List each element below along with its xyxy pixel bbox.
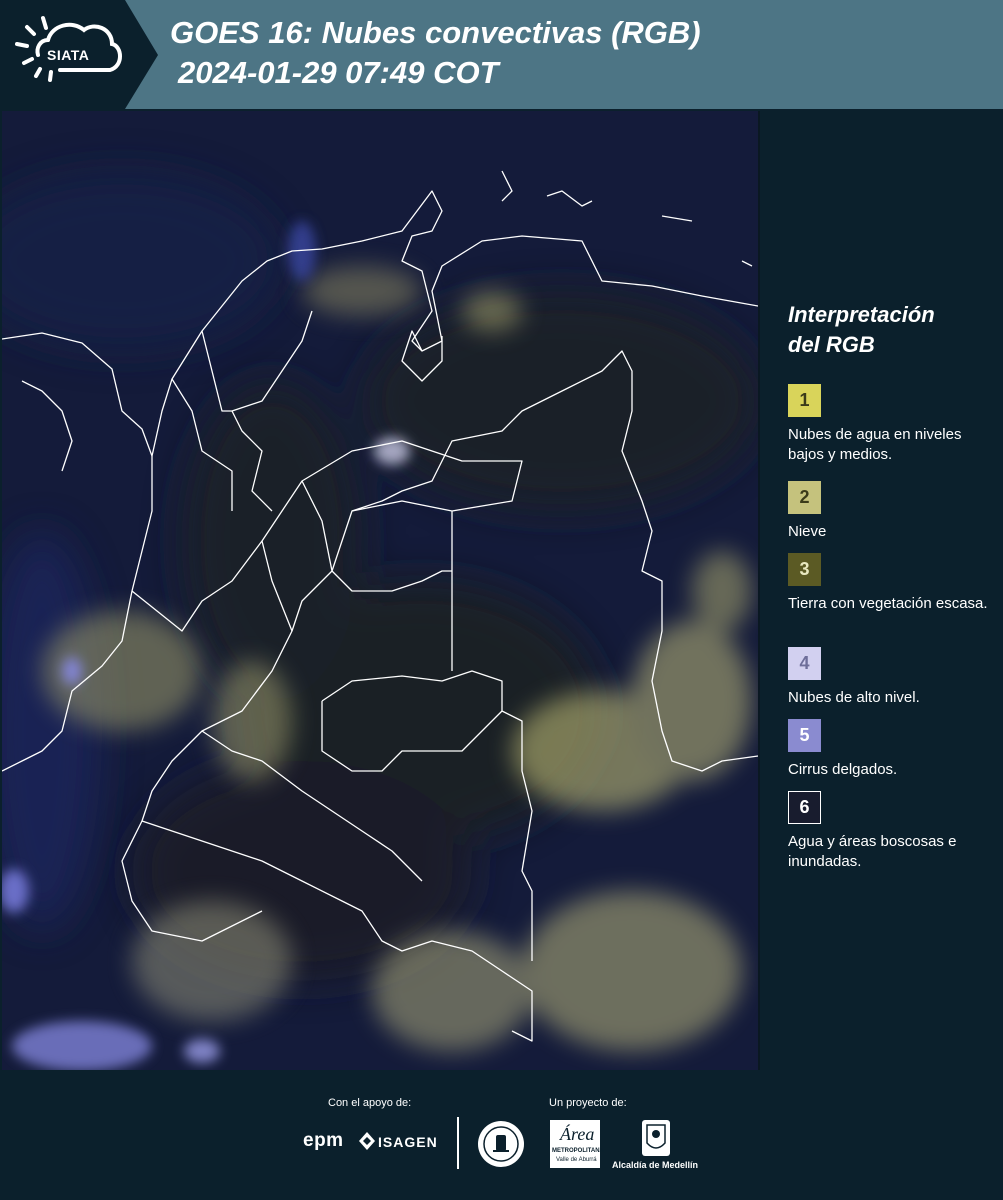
legend-entry-3: 3 Tierra con vegetación escasa. — [788, 553, 993, 614]
footer: Con el apoyo de: Un proyecto de: epm ISA… — [0, 1070, 1003, 1200]
map-edge — [758, 111, 760, 1070]
legend-entry-5: 5 Cirrus delgados. — [788, 719, 993, 780]
valle-aburra-text: Valle de Aburrá — [556, 1157, 597, 1163]
legend-label-1: Nubes de agua en niveles bajos y medios. — [788, 426, 962, 463]
alcaldia-shield-icon — [641, 1119, 671, 1162]
legend-label-2: Nieve — [788, 523, 827, 540]
legend-swatch-5: 5 — [788, 719, 821, 752]
legend-swatch-1: 1 — [788, 384, 821, 417]
legend-swatch-2: 2 — [788, 481, 821, 514]
area-metropolitana-text: METROPOLITANA — [552, 1148, 604, 1154]
legend-entry-4: 4 Nubes de alto nivel. — [788, 647, 993, 708]
legend-title-line1: Interpretación — [788, 302, 935, 327]
medellin-seal — [477, 1120, 525, 1173]
logo-text: SIATA — [47, 47, 90, 63]
page-timestamp: 2024-01-29 07:49 COT — [178, 55, 499, 90]
legend: Interpretación del RGB 1 Nubes de agua e… — [788, 300, 993, 870]
isagen-logo: ISAGEN — [378, 1134, 438, 1150]
legend-swatch-4: 4 — [788, 647, 821, 680]
area-metropolitana-logo: Área METROPOLITANA Valle de Aburrá — [550, 1120, 604, 1168]
legend-entry-2: 2 Nieve — [788, 481, 993, 542]
project-label: Un proyecto de: — [549, 1097, 627, 1109]
legend-label-5: Cirrus delgados. — [788, 761, 898, 778]
legend-title-line2: del RGB — [788, 332, 875, 357]
legend-swatch-3: 3 — [788, 553, 821, 586]
legend-swatch-6: 6 — [788, 791, 821, 824]
legend-label-6: Agua y áreas boscosas e inundadas. — [788, 833, 957, 870]
footer-divider — [457, 1117, 459, 1169]
support-label: Con el apoyo de: — [328, 1097, 412, 1109]
siata-logo: SIATA — [0, 0, 160, 109]
isagen-icon — [359, 1132, 375, 1155]
legend-label-3: Tierra con vegetación escasa. — [788, 595, 988, 612]
legend-entry-6: 6 Agua y áreas boscosas e inundadas. — [788, 791, 993, 872]
header: SIATA GOES 16: Nubes convectivas (RGB) 2… — [0, 0, 1003, 109]
satellite-map — [2, 111, 758, 1070]
alcaldia-label: Alcaldía de Medellín — [612, 1160, 699, 1170]
legend-entry-1: 1 Nubes de agua en niveles bajos y medio… — [788, 384, 993, 465]
epm-logo: epm — [303, 1130, 344, 1151]
legend-label-4: Nubes de alto nivel. — [788, 689, 920, 706]
page-title: GOES 16: Nubes convectivas (RGB) — [170, 15, 701, 50]
